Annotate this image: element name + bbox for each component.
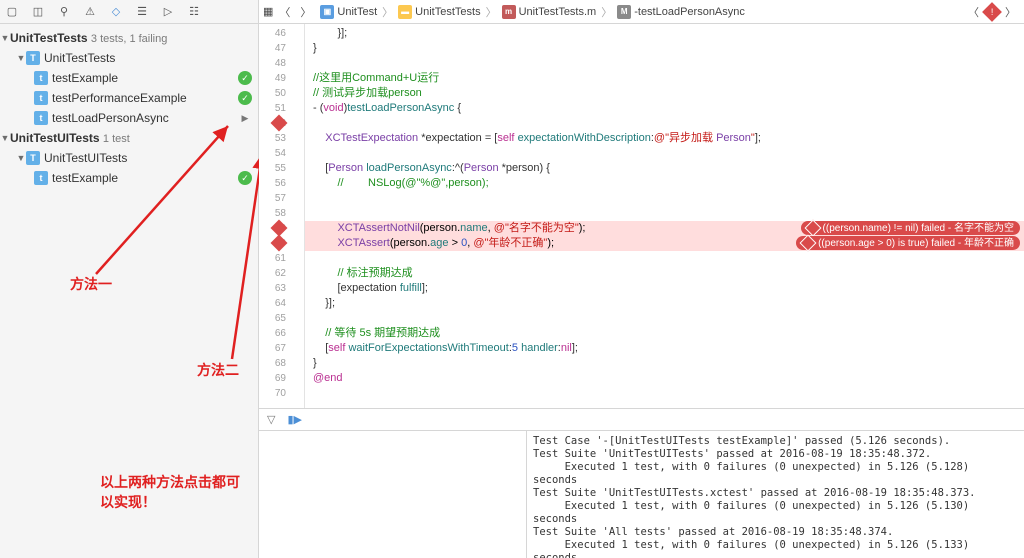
file-icon: m [502,5,516,19]
breadcrumb: ▦ 〈 〉 ▣UnitTest〉 ▬UnitTestTests〉 mUnitTe… [259,0,1024,24]
test-method[interactable]: t testLoadPersonAsync ▶ [0,108,258,128]
issue-next[interactable]: 〉 [1001,4,1020,20]
annotation-label: 方法一 [70,274,112,294]
test-icon: t [34,171,48,185]
group-name: UnitTestTests [10,31,88,45]
line-number-gutter[interactable]: 4647484950515253545556575859606162636465… [259,24,305,408]
issue-prev[interactable]: 〈 [964,4,983,20]
test-class[interactable]: ▼ T UnitTestTests [0,48,258,68]
debug-filter-bar: ▽ ▮▶ [259,408,1024,430]
source-control-icon[interactable]: ◫ [30,4,46,20]
console-output[interactable]: Test Case '-[UnitTestUITests testExample… [527,431,1024,558]
test-class[interactable]: ▼ T UnitTestUITests [0,148,258,168]
run-button[interactable]: ▶ [238,111,252,125]
breadcrumb-item[interactable]: M-testLoadPersonAsync [614,5,748,19]
test-icon: t [34,71,48,85]
test-navigator: ▢ ◫ ⚲ ⚠ ◇ ☰ ▷ ☷ ▼ UnitTestTests 3 tests,… [0,0,259,558]
editor-area: ▦ 〈 〉 ▣UnitTest〉 ▬UnitTestTests〉 mUnitTe… [259,0,1024,558]
method-icon: M [617,5,631,19]
annotation-label: 方法二 [197,360,239,380]
source-editor[interactable]: }];}//这里用Command+U运行// 测试异步加载person- (vo… [305,24,1024,408]
related-items-icon[interactable]: ▦ [263,5,273,18]
report-icon[interactable]: ☷ [186,4,202,20]
test-group[interactable]: ▼ UnitTestUITests 1 test [0,128,258,148]
annotation-footer: 以上两种方法点击都可 以实现！ [100,472,240,512]
debug-console: Test Case '-[UnitTestUITests testExample… [259,430,1024,558]
debug-icon[interactable]: ☰ [134,4,150,20]
toggle-variables[interactable]: ▽ [267,413,275,426]
test-tree: ▼ UnitTestTests 3 tests, 1 failing ▼ T U… [0,24,258,558]
error-indicator[interactable]: ! [982,2,1002,22]
forward-button[interactable]: 〉 [296,4,315,20]
test-icon: t [34,111,48,125]
group-info: 1 test [103,133,130,145]
back-button[interactable]: 〈 [275,4,294,20]
test-method[interactable]: t testPerformanceExample ✓ [0,88,258,108]
variables-view[interactable] [259,431,527,558]
prompt-icon[interactable]: ▮▶ [287,413,302,426]
folder-icon[interactable]: ▢ [4,4,20,20]
breadcrumb-item[interactable]: mUnitTestTests.m [499,5,600,19]
class-icon: T [26,51,40,65]
test-navigator-icon[interactable]: ◇ [108,4,124,20]
breakpoint-icon[interactable]: ▷ [160,4,176,20]
group-name: UnitTestUITests [10,131,100,145]
breadcrumb-item[interactable]: ▬UnitTestTests [395,5,483,19]
folder-icon: ▬ [398,5,412,19]
status-pass: ✓ [238,71,252,85]
group-info: 3 tests, 1 failing [91,33,167,45]
class-icon: T [26,151,40,165]
issue-icon[interactable]: ⚠ [82,4,98,20]
navigator-toolbar: ▢ ◫ ⚲ ⚠ ◇ ☰ ▷ ☷ [0,0,258,24]
project-icon: ▣ [320,5,334,19]
status-pass: ✓ [238,91,252,105]
class-name: UnitTestTests [44,51,115,65]
test-icon: t [34,91,48,105]
breadcrumb-item[interactable]: ▣UnitTest [317,5,380,19]
test-group[interactable]: ▼ UnitTestTests 3 tests, 1 failing [0,28,258,48]
search-icon[interactable]: ⚲ [56,4,72,20]
test-method[interactable]: t testExample ✓ [0,68,258,88]
status-pass: ✓ [238,171,252,185]
test-method[interactable]: t testExample ✓ [0,168,258,188]
